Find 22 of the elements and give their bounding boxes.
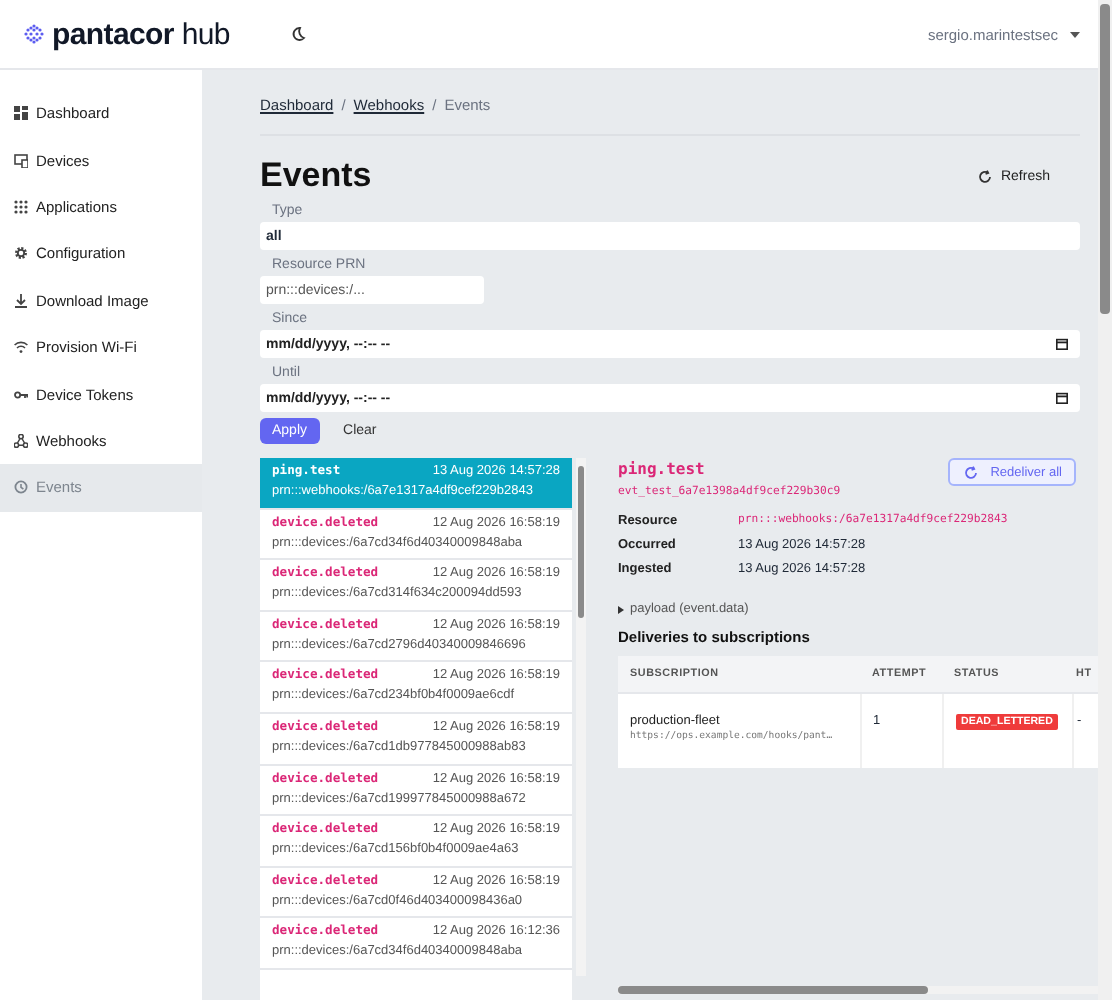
scrollbar[interactable]: [576, 458, 586, 976]
page-title: Events: [260, 156, 372, 196]
event-type: ping.test: [618, 460, 707, 478]
moon-icon: [289, 26, 306, 42]
download-icon: [14, 293, 28, 308]
wifi-icon: [14, 340, 28, 355]
logo-text: pantacor hub: [52, 17, 230, 51]
scrollbar[interactable]: [1098, 0, 1112, 1000]
calendar-icon: [1056, 392, 1068, 404]
refresh-icon: [964, 465, 979, 479]
logo-icon: [24, 24, 44, 44]
refresh-icon: [978, 169, 993, 183]
clock-icon: [14, 480, 28, 495]
webhook-icon: [14, 433, 28, 448]
scrollbar[interactable]: [618, 986, 1098, 994]
key-icon: [14, 387, 28, 402]
caret-icon: [1070, 31, 1080, 37]
gear-icon: [14, 246, 28, 261]
calendar-icon: [1056, 338, 1068, 350]
apps-icon: [14, 199, 28, 214]
grid-icon: [14, 106, 28, 121]
devices-icon: [14, 153, 28, 168]
